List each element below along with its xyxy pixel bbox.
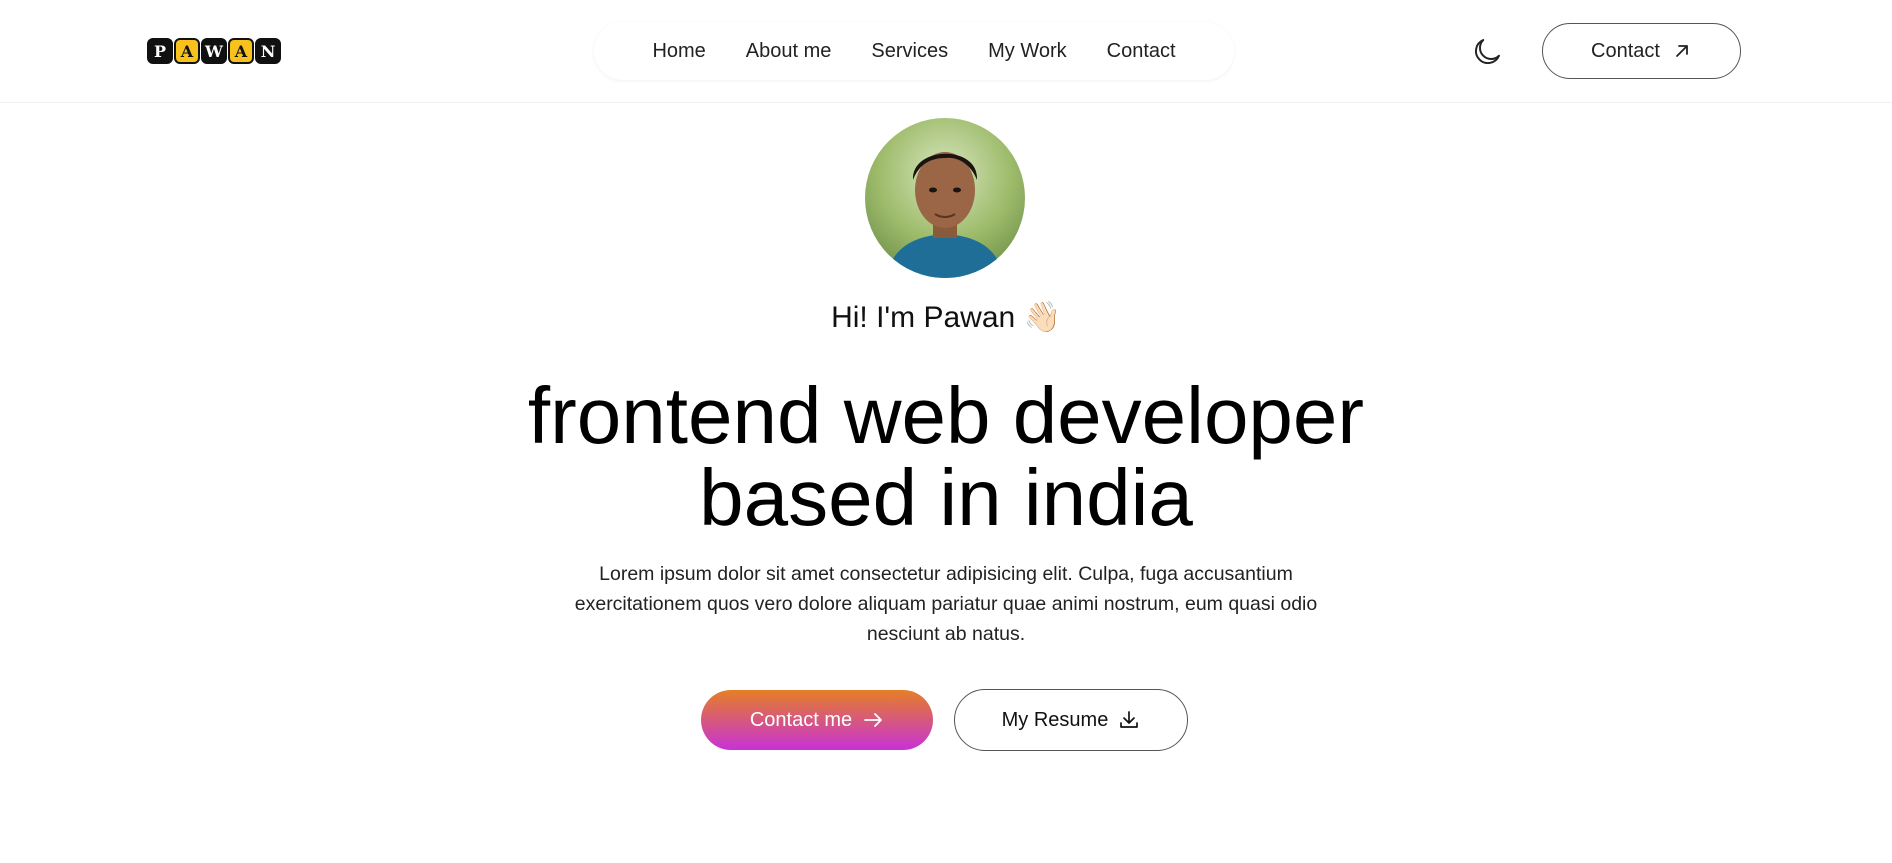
contact-me-button[interactable]: Contact me	[701, 690, 933, 750]
logo-letter: N	[255, 38, 281, 64]
nav-services[interactable]: Services	[871, 40, 948, 63]
headline: frontend web developer based in india	[0, 375, 1892, 539]
header-contact-button[interactable]: Contact	[1542, 23, 1741, 79]
nav-about-me[interactable]: About me	[746, 40, 832, 63]
logo[interactable]: P A W A N	[147, 38, 281, 64]
resume-button[interactable]: My Resume	[954, 689, 1188, 751]
greeting: Hi! I'm Pawan 👋🏻	[0, 300, 1892, 335]
hero-description: Lorem ipsum dolor sit amet consectetur a…	[574, 563, 1318, 645]
headline-line-1: frontend web developer	[527, 371, 1365, 460]
download-icon	[1120, 711, 1139, 728]
header-contact-label: Contact	[1591, 39, 1660, 62]
logo-letter: A	[174, 38, 200, 64]
moon-icon	[1474, 39, 1500, 65]
greeting-text: Hi! I'm Pawan	[831, 301, 1016, 334]
logo-letter: A	[228, 38, 254, 64]
arrow-up-right-icon	[1676, 45, 1688, 57]
contact-me-label: Contact me	[749, 708, 853, 731]
waving-hand-icon: 👋🏻	[1023, 301, 1061, 334]
nav-home[interactable]: Home	[652, 40, 705, 63]
main-nav: Home About me Services My Work Contact	[594, 22, 1234, 80]
logo-letter: W	[201, 38, 227, 64]
logo-letter: P	[147, 38, 173, 64]
theme-toggle-button[interactable]	[1469, 34, 1505, 70]
nav-my-work[interactable]: My Work	[988, 40, 1067, 63]
arrow-right-icon	[864, 713, 883, 727]
site-header: P A W A N Home About me Services My Work…	[0, 0, 1892, 103]
resume-label: My Resume	[1001, 708, 1109, 731]
nav-contact[interactable]: Contact	[1107, 40, 1176, 63]
avatar	[865, 118, 1025, 278]
headline-line-2: based in india	[699, 453, 1193, 542]
